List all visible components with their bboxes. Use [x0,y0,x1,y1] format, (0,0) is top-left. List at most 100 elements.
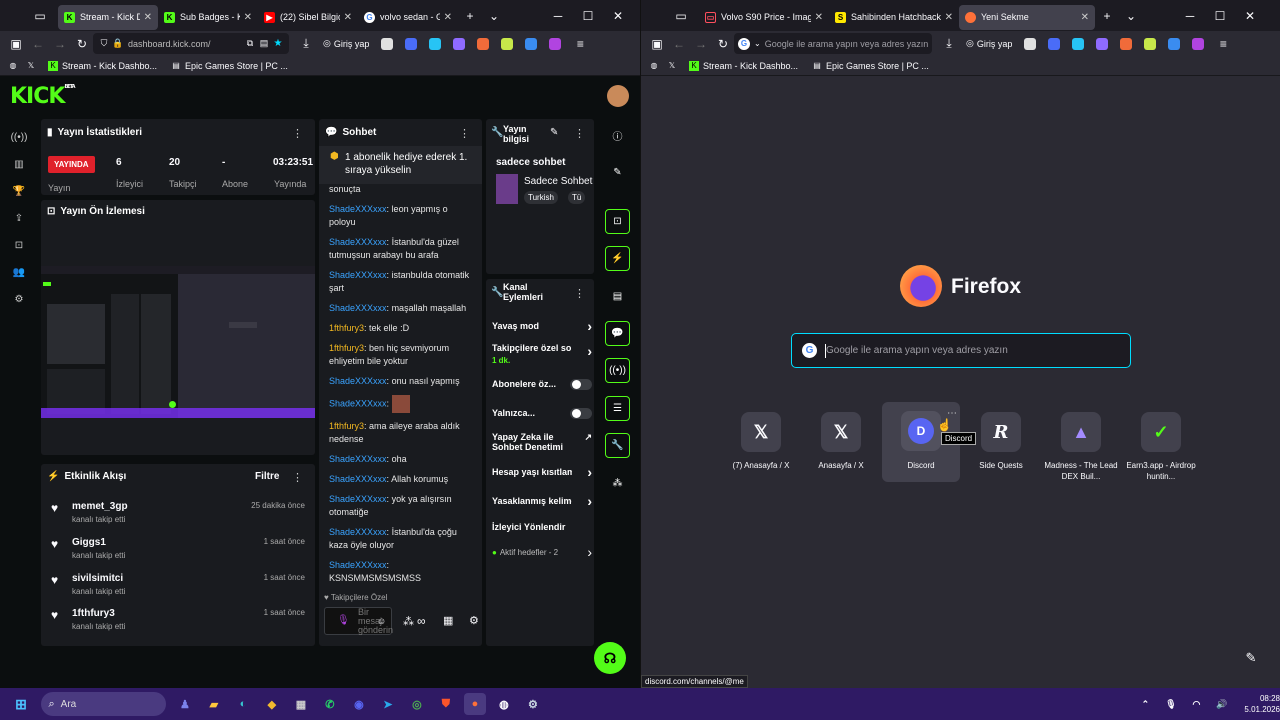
analytics-icon[interactable]: ▥ [12,157,26,171]
wrench-icon[interactable]: 🔧 [605,433,630,458]
emoji-icon[interactable]: ☺ [377,616,386,626]
more-icon[interactable]: ⋮ [574,127,585,140]
tab-youtube[interactable]: ▶ (22) Sibel Bilgiç ✕ [258,5,358,30]
more-icon[interactable]: ⋮ [292,471,303,484]
points-icon[interactable]: ⁂ [605,471,630,496]
more-icon[interactable]: ⋮ [459,127,470,140]
chevron-down-icon[interactable]: ⌄ [754,39,761,48]
upload-icon[interactable]: ⇪ [12,211,26,225]
extension-icon[interactable] [477,37,490,50]
action-subscribers-only[interactable]: Abonelere öz... [492,377,592,391]
tab-sahibinden[interactable]: SSahibinden Hatchback 5 kap✕ [829,5,959,30]
edit-icon[interactable]: ✎ [550,127,558,138]
close-tab-icon[interactable]: ✕ [144,12,152,23]
close-tab-icon[interactable]: ✕ [815,12,823,23]
steam-icon[interactable]: ⚙ [522,693,544,715]
extension-icon[interactable] [405,37,418,50]
action-account-age[interactable]: Hesap yaşı kısıtlama › [492,464,592,480]
microphone-icon[interactable]: 🎙 [1160,693,1182,715]
whatsapp-icon[interactable]: ✆ [319,693,341,715]
chevron-down-icon[interactable]: ⌄ [482,4,506,28]
edge-icon[interactable]: ◐ [232,693,254,715]
extension-icon[interactable] [453,37,466,50]
chevron-up-icon[interactable]: ⌃ [1134,693,1156,715]
extension-icon[interactable] [1120,37,1133,50]
extension-icon[interactable] [1192,37,1205,50]
chrome-icon[interactable]: ◎ [406,693,428,715]
chat-settings-icon[interactable]: ⚙ [469,614,479,627]
extension-icon[interactable] [501,37,514,50]
points-icon[interactable]: ⁂ [403,615,414,628]
pinned-message[interactable]: ⬢ 1 abonelik hediye ederek 1. sıraya yük… [319,146,482,184]
shortcut-madness[interactable]: ▲ Madness - The Lead DEX Buil... [1042,405,1120,482]
microphone-icon[interactable]: 🎙 [337,615,350,626]
shortcut-side-quests[interactable]: R Side Quests [962,405,1040,471]
forward-icon[interactable]: → [49,33,71,55]
login-button[interactable]: ◎ Giriş yap [323,38,369,49]
tab-sub-badges[interactable]: KSub Badges - Kick✕ [158,5,258,30]
new-tab-icon[interactable]: + [458,4,482,28]
extension-icon[interactable] [429,37,442,50]
action-viewer-redirect[interactable]: İzleyici Yönlendir [492,520,592,534]
extension-icon[interactable] [1168,37,1181,50]
calculator-icon[interactable]: ▦ [290,693,312,715]
menu-icon[interactable]: ≡ [1212,33,1234,55]
extension-icon[interactable] [1096,37,1109,50]
shortcut-earn3[interactable]: ✓ Earn3.app - Airdrop huntin... [1122,405,1200,482]
extension-icon[interactable] [381,37,394,50]
screenshot-icon[interactable]: ⧉ [243,33,257,55]
chevron-down-icon[interactable]: ⌄ [1119,4,1143,28]
broadcast-icon[interactable]: ((•)) [605,358,630,383]
brave-icon[interactable]: ⛊ [435,693,457,715]
action-slow-mode[interactable]: Yavaş mod › [492,318,592,334]
stream-icon[interactable]: ((•)) [11,130,28,144]
stream-preview-video[interactable] [41,266,315,418]
chat-icon[interactable]: 💬 [605,321,630,346]
extension-icon[interactable] [549,37,562,50]
file-explorer-icon[interactable]: ▰ [203,693,225,715]
left-url-bar[interactable]: ⛉ 🔒 dashboard.kick.com/ ⧉ ▤ ★ [93,33,289,54]
store-icon[interactable]: ▦ [443,614,453,627]
binance-icon[interactable]: ◆ [261,693,283,715]
extension-icon[interactable] [1048,37,1061,50]
tab-google[interactable]: Gvolvo sedan - Google✕ [358,5,458,30]
bookmark-x[interactable]: 𝕏 [26,61,40,71]
reload-icon[interactable]: ↻ [712,33,734,55]
action-active-goals[interactable]: ● Aktif hedefler - 2 › [492,544,592,560]
close-window-icon[interactable]: ✕ [606,4,630,28]
close-tab-icon[interactable]: ✕ [945,12,953,23]
scan-icon[interactable]: ⊡ [605,209,630,234]
bookmark-kick[interactable]: K Stream - Kick Dashbo... [48,60,157,71]
maximize-icon[interactable]: ☐ [1208,4,1232,28]
firefox-icon[interactable]: ● [463,693,486,715]
close-tab-icon[interactable]: ✕ [444,12,452,23]
tab-new-tab[interactable]: Yeni Sekme ✕ [959,4,1095,30]
only-toggle[interactable] [570,407,592,419]
document-icon[interactable]: ▤ [605,284,630,309]
shortcut-x-1[interactable]: 𝕏 (7) Anasayfa / X [722,405,800,471]
taskbar-search[interactable]: ⌕ Ara [40,692,166,716]
discord-icon[interactable]: ◉ [348,693,370,715]
action-only[interactable]: Yalnızca... [492,406,592,420]
category-name[interactable]: Sadece Sohbet [524,176,592,187]
close-window-icon[interactable]: ✕ [1238,4,1262,28]
close-tab-icon[interactable]: ✕ [244,12,252,23]
extension-icon[interactable] [1024,37,1037,50]
users-icon[interactable]: 👥 [12,265,26,279]
menu-icon[interactable]: ≡ [569,33,591,55]
obs-icon[interactable]: ◍ [493,693,515,715]
bookmark-star-icon[interactable]: ★ [271,33,285,55]
search-input[interactable]: G Google ile arama yapın veya adres yazı… [791,333,1131,368]
layout-icon[interactable]: ☰ [605,396,630,421]
support-headset-icon[interactable]: ☊ [594,642,626,674]
tab-list-icon[interactable]: ▭ [669,4,693,28]
tag[interactable]: Turkish [524,191,558,204]
bookmark-globe[interactable]: ◍ [649,61,663,71]
extension-icon[interactable] [1144,37,1157,50]
volume-icon[interactable]: 🔊 [1211,693,1233,715]
download-icon[interactable]: ⤓ [295,33,317,55]
sidebar-toggle-icon[interactable]: ▣ [5,33,27,55]
subscribers-only-toggle[interactable] [570,378,592,390]
scan-icon[interactable]: ⊡ [12,238,26,252]
pencil-icon[interactable]: ✎ [605,160,630,185]
